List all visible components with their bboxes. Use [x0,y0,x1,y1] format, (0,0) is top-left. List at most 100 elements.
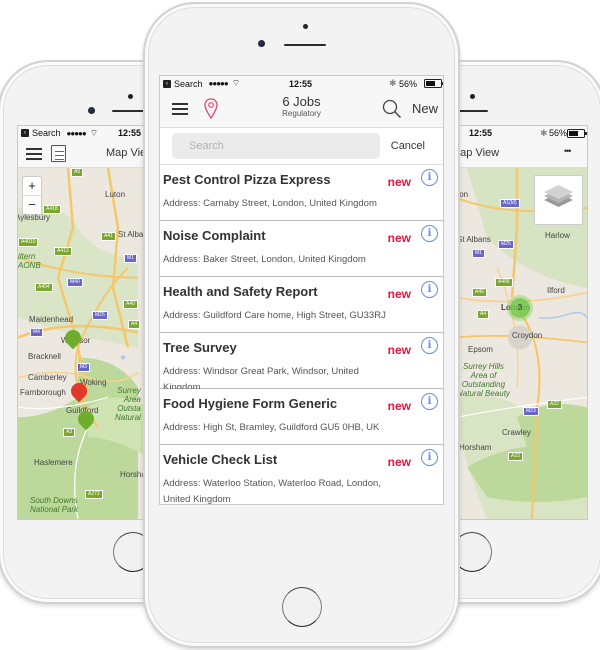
road-shield: M4 [30,328,43,337]
road-shield: A41 [101,232,116,241]
job-list-item[interactable]: Vehicle Check List new i Address: Waterl… [160,445,443,505]
home-button[interactable] [282,587,322,627]
map-label-epsom: Epsom [468,345,493,354]
signal-icon: ●●●●● [208,79,229,88]
status-badge: new [387,231,411,245]
road-shield: A3 [63,428,76,437]
job-list-item[interactable]: Noise Complaint new i Address: Baker Str… [160,221,443,277]
job-list: Pest Control Pizza Express new i Address… [160,164,443,505]
earpiece-speaker [284,44,326,46]
back-arrow-icon[interactable]: ‹ [163,79,171,88]
search-input[interactable] [172,133,380,159]
map-label-maidenhead: Maidenhead [29,315,74,324]
battery-percent: 56% [399,78,418,89]
job-address: Address: Baker Street, London, United Ki… [163,254,366,265]
job-list-item[interactable]: Tree Survey new i Address: Windsor Great… [160,333,443,393]
front-camera [258,40,265,47]
road-shield: M40 [67,278,83,287]
job-title: Tree Survey [163,340,237,355]
info-icon[interactable]: i [421,225,438,242]
back-arrow-icon[interactable]: ‹ [21,129,29,137]
map-label-crawley: Crawley [502,428,531,437]
map-label-chiltern: iltern AONB [18,252,41,270]
proximity-sensor [128,94,133,99]
wifi-icon: ⌔ [231,78,241,88]
map-label-aylesbury: Aylesbury [18,213,50,222]
job-title: Pest Control Pizza Express [163,172,331,187]
map-label-farnborough: Farnborough [20,388,66,397]
status-bar: ‹ Search ●●●●● ⌔ 12:55 ✱ 56% [160,76,443,91]
info-icon[interactable]: i [421,393,438,410]
job-address: Address: High St, Bramley, Guildford GU5… [163,422,380,433]
map-label-horsham: Horsham [459,443,492,452]
road-shield: A23 [508,452,523,461]
battery-percent: 56% [549,128,568,138]
map-cluster-marker[interactable]: 3 [510,298,530,318]
map-label-surrey-hills: Surrey Area Outsta Natural [115,386,141,422]
road-shield: A5 [71,168,84,177]
road-shield: A22 [547,400,562,409]
more-options-icon[interactable]: ••• [564,146,572,156]
status-back-label[interactable]: Search [174,79,203,89]
map-label-luton: Luton [105,190,126,199]
map-label-haslemere: Haslemere [34,458,73,467]
info-icon[interactable]: i [421,281,438,298]
map-label-st-albans: St Albans [457,235,491,244]
cancel-button[interactable]: Cancel [391,140,425,152]
status-badge: new [387,399,411,413]
road-shield: A418 [43,205,61,214]
job-list-item[interactable]: Health and Safety Report new i Address: … [160,277,443,333]
job-address: Address: Guildford Care home, High Stree… [163,310,386,321]
front-camera [88,107,95,114]
road-shield: A4 [477,310,490,319]
road-shield: M23 [523,407,539,416]
road-shield: M1 [124,254,137,263]
layers-icon [544,185,573,207]
job-title: Vehicle Check List [163,452,278,467]
status-badge: new [387,455,411,469]
job-address: Address: Waterloo Station, Waterloo Road… [163,478,381,505]
phone-center: ‹ Search ●●●●● ⌔ 12:55 ✱ 56% 6 Jobs Regu… [143,2,460,648]
road-shield: A413 [54,247,72,256]
map-layers-button[interactable] [534,175,583,225]
bluetooth-icon: ✱ [540,127,548,138]
search-icon[interactable] [382,99,402,119]
road-shield: M25 [92,311,108,320]
bluetooth-icon: ✱ [389,78,397,88]
status-badge: new [387,175,411,189]
status-badge: new [387,343,411,357]
battery-icon [424,79,443,88]
zoom-in-button[interactable]: + [23,177,41,195]
road-shield: A40 [472,288,487,297]
list-view-icon[interactable] [51,145,66,162]
road-shield: A40 [123,300,138,309]
info-icon[interactable]: i [421,169,438,186]
status-back-label[interactable]: Search [32,128,61,138]
zoom-control: + − [22,176,42,215]
info-icon[interactable]: i [421,337,438,354]
new-job-button[interactable]: New [412,101,438,116]
zoom-out-button[interactable]: − [23,195,41,214]
road-shield: M1 [472,249,485,258]
job-title: Noise Complaint [163,228,266,243]
info-icon[interactable]: i [421,449,438,466]
wifi-icon: ⌔ [89,127,99,138]
job-list-item[interactable]: Pest Control Pizza Express new i Address… [160,165,443,221]
proximity-sensor [303,24,308,29]
road-shield: A4010 [18,238,39,247]
status-time: 12:55 [289,78,313,89]
job-title: Health and Safety Report [163,284,318,299]
road-shield: A1(M) [500,199,520,208]
road-shield: A272 [85,490,103,499]
menu-icon[interactable] [26,148,42,160]
center-screen: ‹ Search ●●●●● ⌔ 12:55 ✱ 56% 6 Jobs Regu… [159,75,444,505]
job-list-item[interactable]: Food Hygiene Form Generic new i Address:… [160,389,443,445]
job-title: Food Hygiene Form Generic [163,396,338,411]
map-label-harlow: Harlow [545,231,570,240]
search-bar: Cancel [160,128,443,164]
map-label-croydon: Croydon [512,331,543,340]
road-shield: M3 [77,363,90,372]
road-shield: A4 [128,320,141,329]
road-shield: M25 [498,240,514,249]
map-label-horsham: Horsha [120,470,146,479]
